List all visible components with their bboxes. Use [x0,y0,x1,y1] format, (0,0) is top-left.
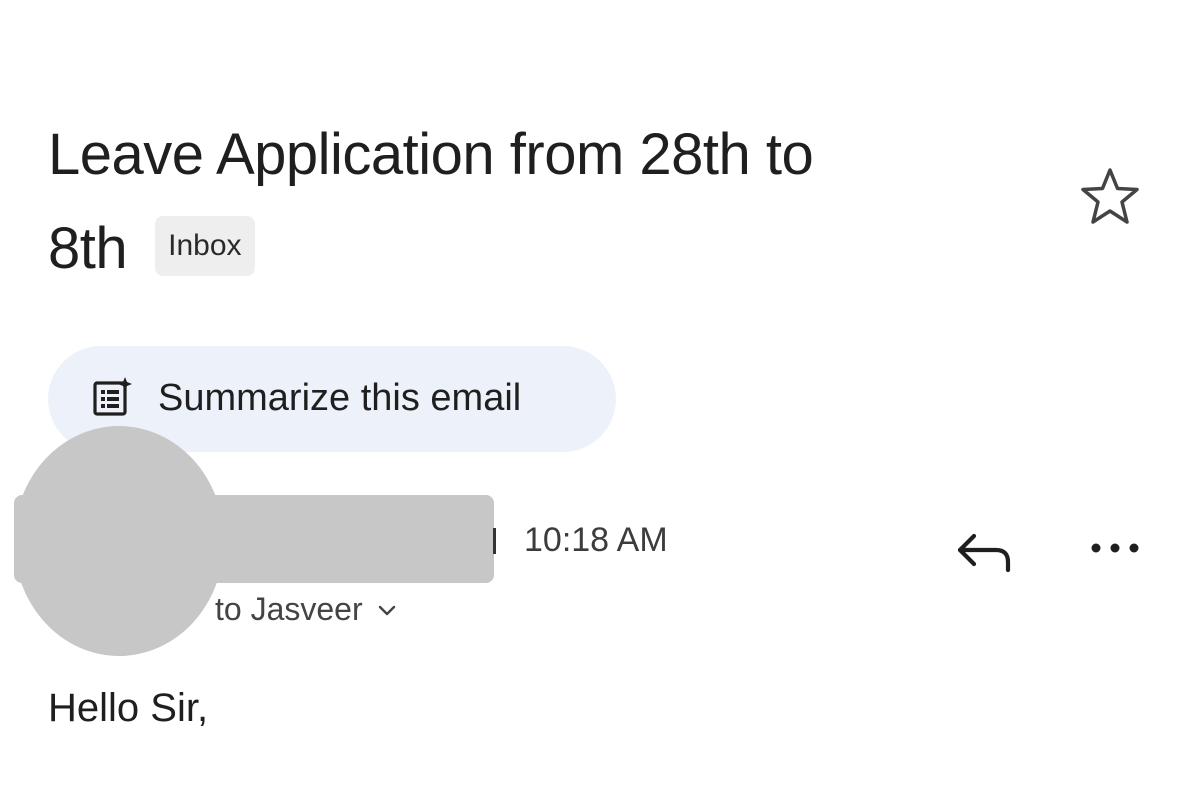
email-timestamp: 10:18 AM [524,521,668,559]
star-outline-icon[interactable] [1078,166,1142,226]
email-view: Leave Application from 28th to 8th Inbox… [0,0,1200,800]
sender-name-redacted [14,495,494,583]
summarize-label: Summarize this email [158,377,522,419]
recipient-details-toggle[interactable]: to Jasveer [215,590,397,628]
email-body-greeting: Hello Sir, [48,686,209,730]
subject-line-1: Leave Application from 28th to [48,122,814,187]
more-horizontal-icon[interactable] [1086,530,1144,566]
chevron-down-icon [378,605,395,616]
inbox-label-badge[interactable]: Inbox [155,216,255,276]
summarize-sparkle-icon [93,377,132,416]
email-subject: Leave Application from 28th to 8th Inbox [48,108,1008,296]
subject-line-2: 8th [48,216,128,281]
reply-icon[interactable] [952,526,1018,578]
sender-name-edge [493,528,496,554]
subject-line-2-row: 8th Inbox [48,202,255,296]
recipient-text: to Jasveer [215,591,363,627]
